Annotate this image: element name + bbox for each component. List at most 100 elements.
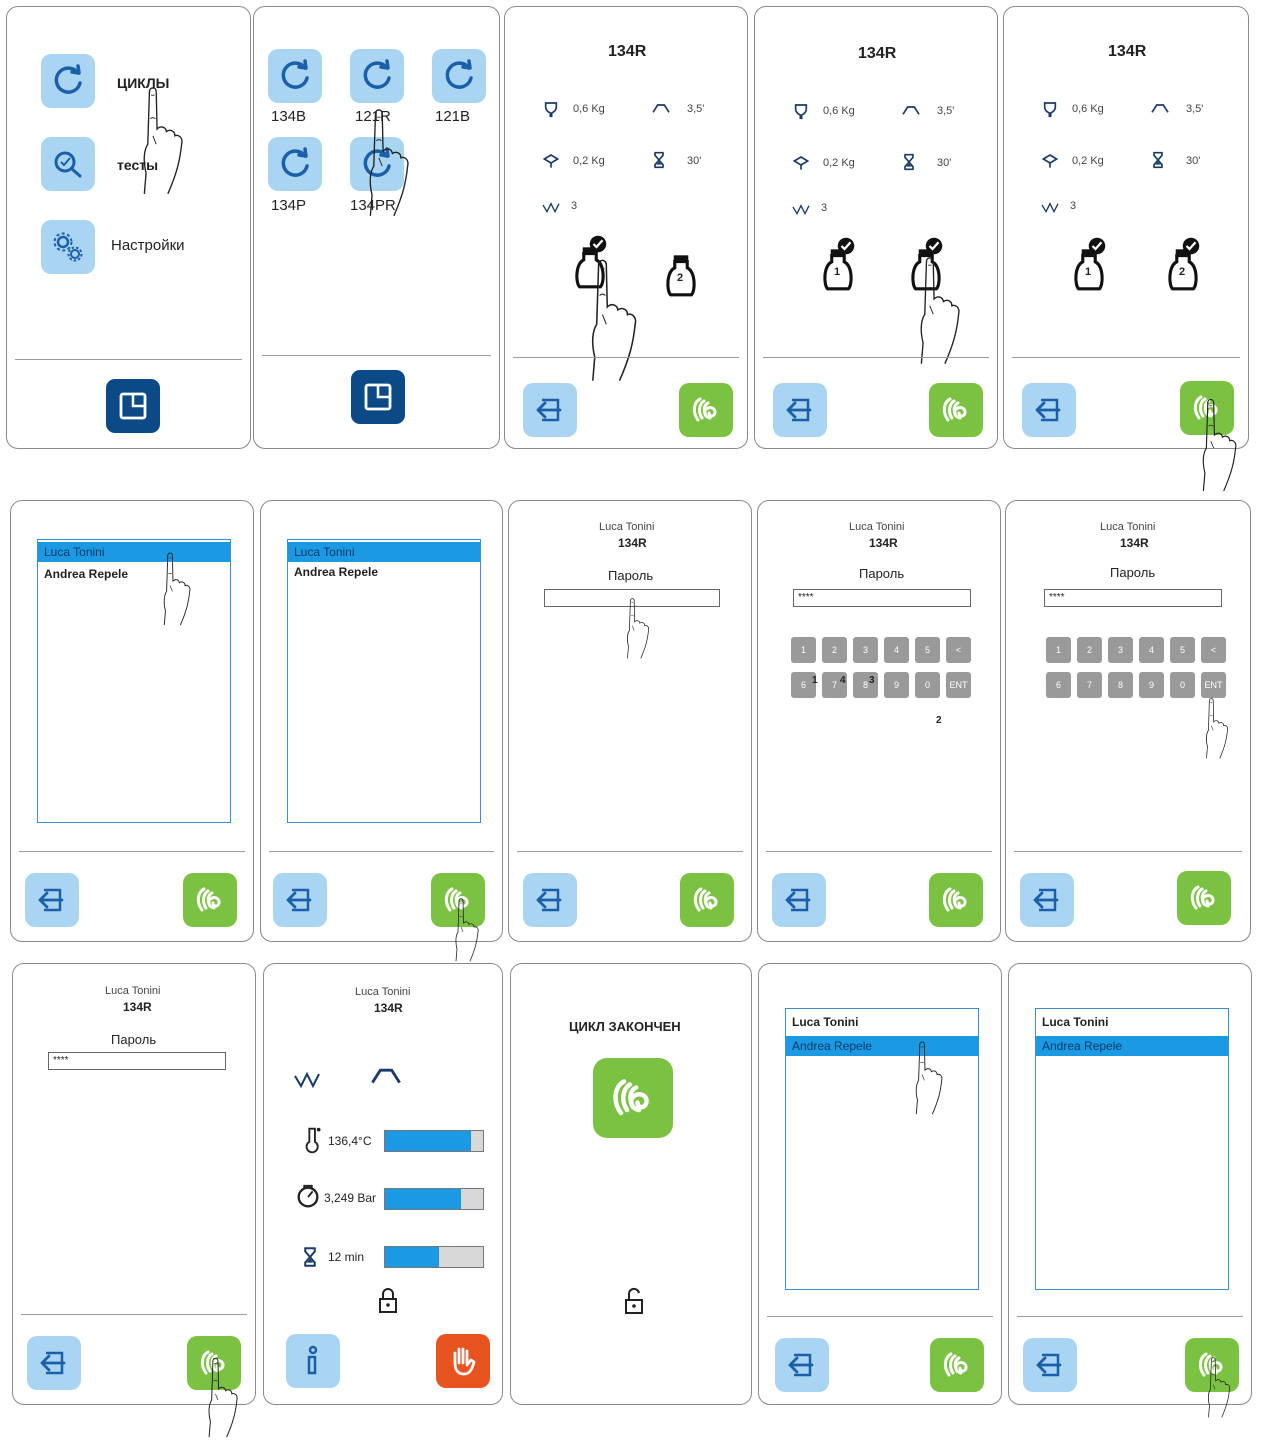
keypad-key[interactable]: 0	[915, 672, 940, 698]
start-button[interactable]	[929, 383, 983, 437]
keypad-key[interactable]: 4	[1139, 637, 1164, 663]
keypad-key[interactable]: 6	[1046, 672, 1071, 698]
start-button[interactable]	[679, 383, 733, 437]
password-field[interactable]: ****	[48, 1052, 226, 1070]
start-button[interactable]	[929, 873, 983, 927]
back-button[interactable]	[1023, 1338, 1077, 1392]
bottle-2[interactable]: 2	[660, 247, 702, 299]
password-field[interactable]	[544, 589, 720, 607]
info-button[interactable]	[286, 1334, 340, 1388]
weight1-value: 0,6 Kg	[823, 105, 855, 117]
keypad-key[interactable]: 3	[1108, 637, 1133, 663]
keypad-key[interactable]: 9	[1139, 672, 1164, 698]
cycles-button[interactable]	[41, 54, 95, 108]
cycle-title: 134R	[858, 45, 897, 62]
back-button[interactable]	[1022, 383, 1076, 437]
keypad-key[interactable]: ENT	[1201, 672, 1226, 698]
keypad-key[interactable]: 5	[1170, 637, 1195, 663]
screen-password-1: Luca Tonini 134R Пароль	[508, 500, 752, 942]
keypad-key[interactable]: 9	[884, 672, 909, 698]
refresh-icon	[445, 59, 473, 89]
keypad-key[interactable]: <	[1201, 637, 1226, 663]
keypad-key[interactable]: 1	[1046, 637, 1071, 663]
keypad-key[interactable]: 8	[1108, 672, 1133, 698]
back-button[interactable]	[25, 873, 79, 927]
door-icon	[119, 392, 147, 420]
check-icon	[1182, 237, 1200, 255]
start-button[interactable]	[187, 1336, 241, 1390]
cycle-subtitle: 134R	[123, 1000, 152, 1014]
user-item-andrea[interactable]: Andrea Repele	[38, 564, 230, 584]
bottle-1[interactable]: 1	[817, 237, 859, 293]
keypad-key[interactable]: 4	[884, 637, 909, 663]
user-item-luca[interactable]: Luca Tonini	[786, 1012, 978, 1032]
bottle-1[interactable]: 1	[1068, 237, 1110, 293]
back-button[interactable]	[1020, 873, 1074, 927]
user-item-andrea[interactable]: Andrea Repele	[786, 1036, 978, 1056]
press-order: 2	[936, 715, 942, 726]
check-icon	[589, 235, 607, 253]
keypad-key[interactable]: 3	[853, 637, 878, 663]
cycle-134p-button[interactable]	[268, 137, 322, 191]
divider	[269, 851, 494, 852]
bottle-number: 2	[677, 272, 684, 284]
start-button[interactable]	[183, 873, 237, 927]
user-item-luca[interactable]: Luca Tonini	[38, 542, 230, 562]
start-button[interactable]	[1185, 1338, 1239, 1392]
user-item-luca[interactable]: Luca Tonini	[1036, 1012, 1228, 1032]
password-field[interactable]: ****	[793, 589, 971, 607]
bottle-2[interactable]: 2	[1162, 237, 1204, 293]
cycle-121r-button[interactable]	[350, 49, 404, 103]
start-button[interactable]	[680, 873, 734, 927]
tests-button[interactable]	[41, 137, 95, 191]
user-item-andrea[interactable]: Andrea Repele	[1036, 1036, 1228, 1056]
back-button[interactable]	[773, 383, 827, 437]
user-list: Luca Tonini Andrea Repele	[37, 539, 231, 823]
divider	[517, 851, 743, 852]
back-button[interactable]	[523, 383, 577, 437]
refresh-icon	[54, 64, 82, 94]
start-hand-icon	[692, 397, 717, 422]
cycle-121b-button[interactable]	[432, 49, 486, 103]
pressure-value: 3,249 Bar	[324, 1191, 377, 1205]
keypad-key[interactable]: 5	[915, 637, 940, 663]
cycle-134pr-button[interactable]	[350, 137, 404, 191]
keypad-key[interactable]: <	[946, 637, 971, 663]
bottle-1[interactable]	[569, 235, 611, 291]
keypad-key[interactable]: 2	[822, 637, 847, 663]
user-item-luca[interactable]: Luca Tonini	[288, 542, 480, 562]
start-hand-icon	[693, 887, 718, 912]
cycle-title: 134R	[1108, 43, 1147, 60]
start-hand-icon	[593, 1058, 673, 1138]
user-name: Luca Tonini	[355, 986, 411, 998]
password-field[interactable]: ****	[1044, 589, 1222, 607]
back-button[interactable]	[772, 873, 826, 927]
divider	[763, 357, 989, 358]
keypad-key[interactable]: 2	[1077, 637, 1102, 663]
bottle-2[interactable]	[905, 237, 947, 293]
wave-icon	[1041, 202, 1059, 213]
cycle-134b-button[interactable]	[268, 49, 322, 103]
start-button[interactable]	[1180, 381, 1234, 435]
user-item-andrea[interactable]: Andrea Repele	[288, 562, 480, 582]
back-button[interactable]	[775, 1338, 829, 1392]
start-button[interactable]	[1177, 871, 1231, 925]
refresh-icon	[363, 59, 391, 89]
start-button[interactable]	[930, 1338, 984, 1392]
keypad-key[interactable]: ENT	[946, 672, 971, 698]
settings-button[interactable]	[41, 220, 95, 274]
back-button[interactable]	[273, 873, 327, 927]
keypad-key[interactable]: 0	[1170, 672, 1195, 698]
door-button[interactable]	[106, 379, 160, 433]
stop-button[interactable]	[436, 1334, 490, 1388]
back-button[interactable]	[27, 1336, 81, 1390]
keypad-key[interactable]: 1	[791, 637, 816, 663]
keypad-key[interactable]: 7	[1077, 672, 1102, 698]
back-button[interactable]	[523, 873, 577, 927]
bottle-number: 1	[1085, 266, 1092, 278]
door-button[interactable]	[351, 370, 405, 424]
user-list: Luca Tonini Andrea Repele	[1035, 1008, 1229, 1290]
stop-hand-icon	[453, 1347, 476, 1376]
start-button[interactable]	[431, 873, 485, 927]
time-value: 30'	[937, 157, 952, 169]
